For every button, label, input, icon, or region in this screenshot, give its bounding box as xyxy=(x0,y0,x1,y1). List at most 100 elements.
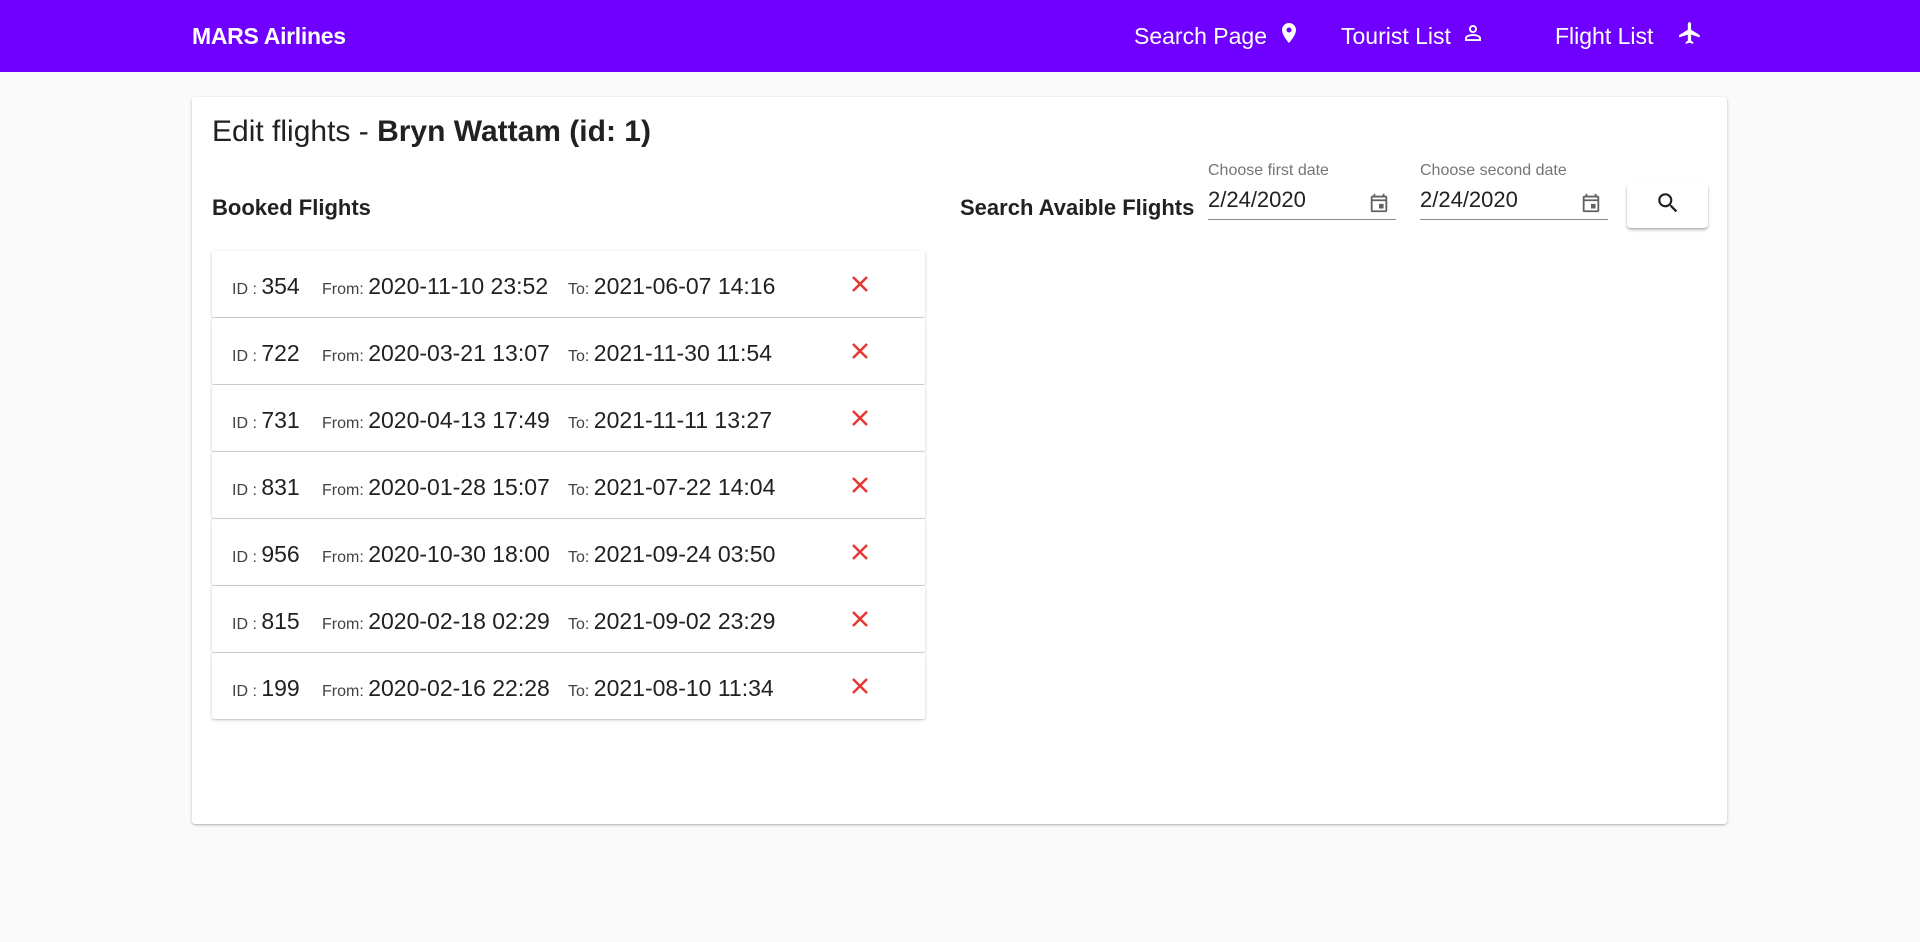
flight-to: To: 2021-11-30 11:54 xyxy=(568,318,772,384)
flight-to: To: 2021-11-11 13:27 xyxy=(568,385,772,451)
flight-row: ID : 199 From: 2020-02-16 22:28 To: 2021… xyxy=(212,653,925,719)
delete-icon[interactable] xyxy=(848,674,872,698)
flight-from-value: 2020-02-18 02:29 xyxy=(368,608,550,634)
flight-row: ID : 722 From: 2020-03-21 13:07 To: 2021… xyxy=(212,318,925,384)
flight-id: ID : 731 xyxy=(232,385,300,451)
flight-from: From: 2020-01-28 15:07 xyxy=(322,452,550,518)
flight-from-value: 2020-04-13 17:49 xyxy=(368,407,550,433)
top-app-bar: MARS Airlines Search Page Tourist List F… xyxy=(0,0,1920,72)
flight-from: From: 2020-02-18 02:29 xyxy=(322,586,550,652)
flight-id-value: 199 xyxy=(261,675,300,701)
delete-icon[interactable] xyxy=(848,272,872,296)
first-date-underline xyxy=(1208,219,1396,220)
flight-from: From: 2020-11-10 23:52 xyxy=(322,251,548,317)
flight-from-label: From: xyxy=(322,549,369,566)
delete-icon[interactable] xyxy=(848,406,872,430)
flight-id-value: 354 xyxy=(261,273,300,299)
flight-to-label: To: xyxy=(568,683,594,700)
brand-title[interactable]: MARS Airlines xyxy=(192,0,346,72)
flight-from-value: 2020-01-28 15:07 xyxy=(368,474,550,500)
flight-from-value: 2020-02-16 22:28 xyxy=(368,675,550,701)
delete-icon[interactable] xyxy=(848,540,872,564)
search-icon xyxy=(1655,190,1681,221)
flight-to: To: 2021-09-24 03:50 xyxy=(568,519,775,585)
search-flights-heading: Search Avaible Flights xyxy=(960,195,1195,220)
flight-id-value: 731 xyxy=(261,407,300,433)
flight-to-label: To: xyxy=(568,549,594,566)
flight-id-value: 815 xyxy=(261,608,300,634)
flight-to-value: 2021-11-11 13:27 xyxy=(593,407,772,433)
flight-id-label: ID : xyxy=(232,616,262,633)
second-date-field[interactable]: Choose second date xyxy=(1420,162,1608,220)
location-pin-icon xyxy=(1277,21,1301,51)
search-flights-button[interactable] xyxy=(1627,183,1708,228)
flight-from-label: From: xyxy=(322,683,369,700)
flight-id-label: ID : xyxy=(232,482,262,499)
flight-id-value: 722 xyxy=(261,340,300,366)
flight-from: From: 2020-03-21 13:07 xyxy=(322,318,550,384)
flight-to: To: 2021-06-07 14:16 xyxy=(568,251,775,317)
calendar-icon[interactable] xyxy=(1580,192,1602,219)
delete-icon[interactable] xyxy=(848,607,872,631)
first-date-label: Choose first date xyxy=(1208,162,1329,179)
flight-id: ID : 956 xyxy=(232,519,300,585)
flight-id-value: 831 xyxy=(261,474,300,500)
flight-to-label: To: xyxy=(568,415,594,432)
flight-id: ID : 722 xyxy=(232,318,300,384)
flight-from: From: 2020-04-13 17:49 xyxy=(322,385,550,451)
second-date-input[interactable] xyxy=(1420,186,1570,214)
flight-id: ID : 815 xyxy=(232,586,300,652)
flight-to-label: To: xyxy=(568,348,594,365)
flight-to-label: To: xyxy=(568,616,594,633)
nav-tourist-list[interactable]: Tourist List xyxy=(1341,0,1485,72)
flight-id: ID : 199 xyxy=(232,653,300,719)
second-date-label: Choose second date xyxy=(1420,162,1567,179)
booked-flights-heading: Booked Flights xyxy=(212,195,371,220)
second-date-underline xyxy=(1420,219,1608,220)
flight-id-label: ID : xyxy=(232,281,262,298)
flight-from-label: From: xyxy=(322,482,369,499)
flight-id-label: ID : xyxy=(232,549,262,566)
flight-from: From: 2020-10-30 18:00 xyxy=(322,519,550,585)
flight-from-value: 2020-03-21 13:07 xyxy=(368,340,550,366)
delete-icon[interactable] xyxy=(848,339,872,363)
tourist-name: Bryn Wattam (id: 1) xyxy=(377,115,651,148)
edit-flights-card: Edit flights - Bryn Wattam (id: 1) Booke… xyxy=(192,97,1727,824)
flight-to: To: 2021-09-02 23:29 xyxy=(568,586,775,652)
flight-id-label: ID : xyxy=(232,683,262,700)
flight-id-value: 956 xyxy=(261,541,300,567)
flight-from-label: From: xyxy=(322,415,369,432)
flight-to: To: 2021-08-10 11:34 xyxy=(568,653,774,719)
first-date-field[interactable]: Choose first date xyxy=(1208,162,1396,220)
flight-from-label: From: xyxy=(322,616,369,633)
delete-icon[interactable] xyxy=(848,473,872,497)
nav-search-page[interactable]: Search Page xyxy=(1134,0,1301,72)
flight-row: ID : 815 From: 2020-02-18 02:29 To: 2021… xyxy=(212,586,925,652)
flight-id-label: ID : xyxy=(232,348,262,365)
page-title: Edit flights - Bryn Wattam (id: 1) xyxy=(212,115,651,149)
first-date-input[interactable] xyxy=(1208,186,1358,214)
booked-flights-list: ID : 354 From: 2020-11-10 23:52 To: 2021… xyxy=(212,251,925,720)
flight-from: From: 2020-02-16 22:28 xyxy=(322,653,550,719)
nav-search-page-label: Search Page xyxy=(1134,22,1267,49)
calendar-icon[interactable] xyxy=(1368,192,1390,219)
page-title-prefix: Edit flights - xyxy=(212,115,378,148)
person-icon xyxy=(1461,21,1485,51)
nav-flight-list[interactable]: Flight List xyxy=(1555,0,1703,72)
nav-tourist-list-label: Tourist List xyxy=(1341,22,1451,49)
flight-id: ID : 354 xyxy=(232,251,300,317)
flight-to-value: 2021-11-30 11:54 xyxy=(593,340,772,366)
flight-row: ID : 731 From: 2020-04-13 17:49 To: 2021… xyxy=(212,385,925,451)
flight-row: ID : 831 From: 2020-01-28 15:07 To: 2021… xyxy=(212,452,925,518)
flight-from-value: 2020-11-10 23:52 xyxy=(368,273,549,299)
flight-to-value: 2021-07-22 14:04 xyxy=(593,474,776,500)
flight-to: To: 2021-07-22 14:04 xyxy=(568,452,775,518)
flight-from-value: 2020-10-30 18:00 xyxy=(368,541,550,567)
flight-to-value: 2021-09-24 03:50 xyxy=(593,541,776,567)
flight-row: ID : 354 From: 2020-11-10 23:52 To: 2021… xyxy=(212,251,925,317)
flight-id: ID : 831 xyxy=(232,452,300,518)
nav-flight-list-label: Flight List xyxy=(1555,22,1654,49)
flight-from-label: From: xyxy=(322,348,369,365)
flight-to-label: To: xyxy=(568,281,594,298)
airplane-icon xyxy=(1677,20,1703,52)
